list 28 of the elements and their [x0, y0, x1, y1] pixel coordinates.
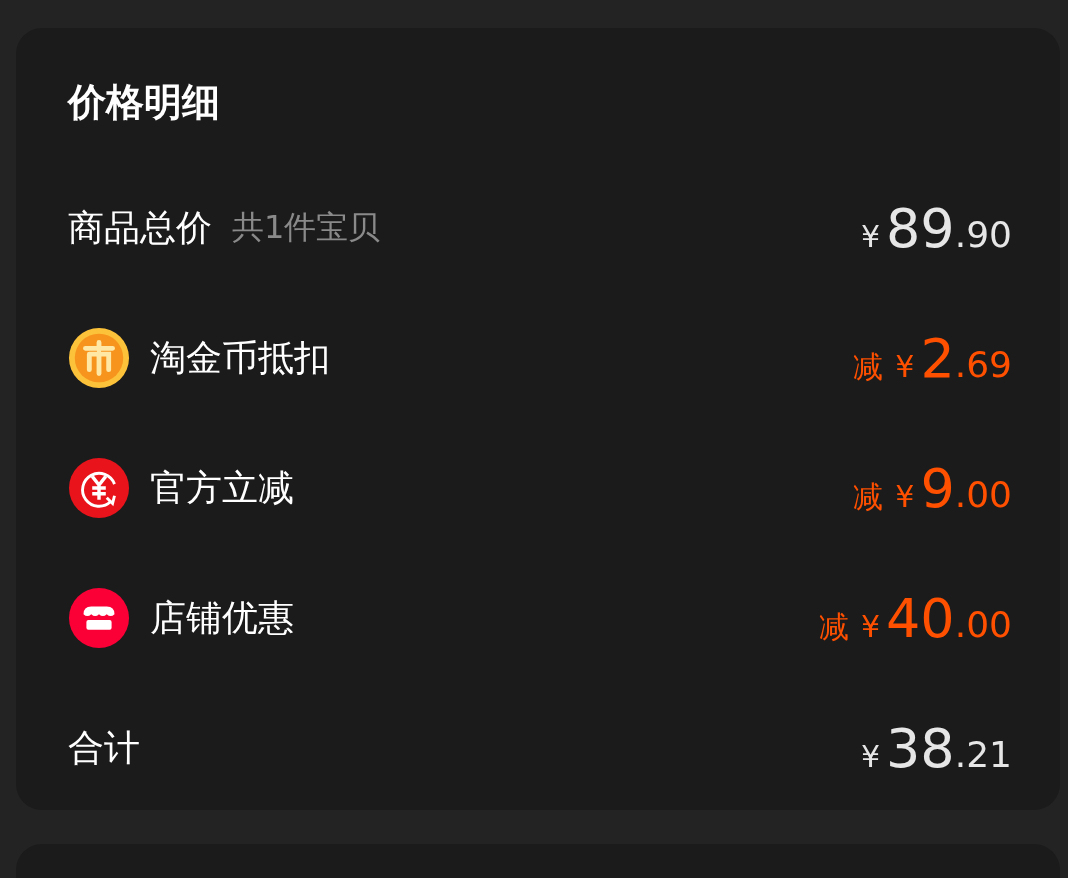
currency-sign: ¥ [860, 608, 880, 644]
price-cents: .00 [954, 603, 1012, 645]
row-label: 合计 [68, 725, 140, 770]
price-amount: 38 [886, 716, 955, 780]
discount-prefix: 减 [853, 477, 884, 516]
currency-sign: ¥ [860, 738, 880, 774]
row-label: 店铺优惠 [150, 595, 294, 640]
price-cents: .00 [954, 473, 1012, 515]
currency-sign: ¥ [895, 478, 915, 514]
currency-sign: ¥ [860, 218, 880, 254]
discount-prefix: 减 [853, 347, 884, 386]
price-amount: 2 [920, 326, 955, 390]
row-label: 官方立减 [150, 465, 294, 510]
row-label: 商品总价 [68, 205, 212, 250]
price-amount: 40 [886, 586, 955, 650]
price-cents: .90 [954, 213, 1012, 255]
row-label: 淘金币抵扣 [150, 335, 330, 380]
price-cents: .21 [954, 733, 1012, 775]
price-amount: 9 [920, 456, 955, 520]
shop-icon [68, 587, 130, 649]
price-amount: 89 [886, 196, 955, 260]
discount-prefix: 减 [818, 607, 849, 646]
coin-icon [68, 327, 130, 389]
card-title: 价格明细 [68, 83, 221, 121]
price-cents: .69 [954, 343, 1012, 385]
yuan-refund-icon [68, 457, 130, 519]
currency-sign: ¥ [895, 348, 915, 384]
item-count: 共1件宝贝 [232, 207, 381, 248]
